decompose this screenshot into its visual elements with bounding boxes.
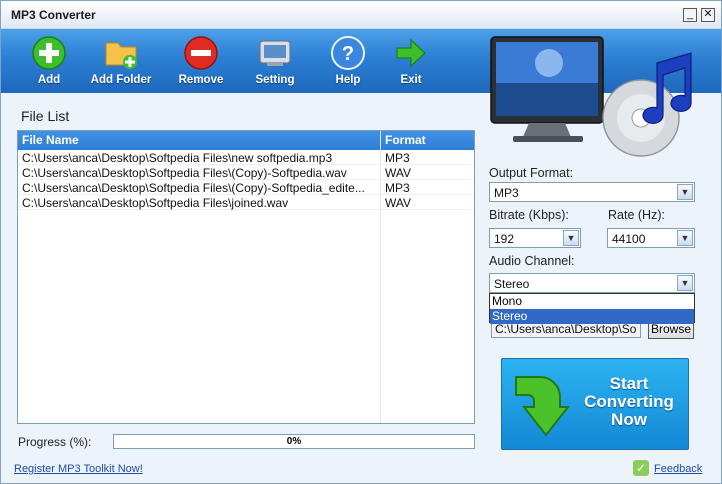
table-row[interactable]: C:\Users\anca\Desktop\Softpedia Files\ne… xyxy=(18,150,474,165)
column-header-format[interactable]: Format xyxy=(385,133,426,147)
progress-label: Progress (%): xyxy=(18,435,92,449)
svg-text:?: ? xyxy=(342,43,354,65)
format-cell: WAV xyxy=(385,166,411,180)
progress-bar: 0% xyxy=(113,434,475,449)
add-folder-label: Add Folder xyxy=(90,74,152,86)
audio-channel-dropdown[interactable]: Mono Stereo xyxy=(489,293,695,324)
remove-button[interactable]: Remove xyxy=(163,29,239,93)
help-icon: ? xyxy=(331,36,365,70)
dropdown-option-mono[interactable]: Mono xyxy=(490,294,694,309)
chevron-down-icon[interactable]: ▼ xyxy=(677,275,693,291)
register-link[interactable]: Register MP3 Toolkit Now! xyxy=(14,463,143,475)
start-line-3: Now xyxy=(611,410,647,429)
file-list-title: File List xyxy=(21,108,70,124)
add-folder-button[interactable]: Add Folder xyxy=(83,29,159,93)
close-button[interactable]: ✕ xyxy=(701,8,715,22)
audio-channel-select[interactable]: Stereo ▼ xyxy=(489,273,695,293)
table-body: C:\Users\anca\Desktop\Softpedia Files\ne… xyxy=(18,150,474,210)
exit-button[interactable]: Exit xyxy=(373,29,449,93)
column-header-file-name[interactable]: File Name xyxy=(22,133,79,147)
format-cell: MP3 xyxy=(385,181,410,195)
output-format-label: Output Format: xyxy=(489,166,574,180)
bitrate-label: Bitrate (Kbps): xyxy=(489,208,569,222)
down-arrow-icon xyxy=(515,376,571,437)
setting-label: Setting xyxy=(255,74,295,86)
bitrate-select[interactable]: 192 ▼ xyxy=(489,228,581,248)
audio-channel-label: Audio Channel: xyxy=(489,254,575,268)
start-line-2: Converting xyxy=(584,392,674,411)
output-format-value: MP3 xyxy=(494,186,519,200)
computer-music-icon xyxy=(490,36,692,157)
format-cell: WAV xyxy=(385,196,411,210)
setting-button[interactable]: Setting xyxy=(237,29,313,93)
exit-icon xyxy=(396,38,426,68)
rate-label: Rate (Hz): xyxy=(608,208,665,222)
chevron-down-icon[interactable]: ▼ xyxy=(677,230,693,246)
output-format-select[interactable]: MP3 ▼ xyxy=(489,182,695,202)
app-window: MP3 Converter _ ✕ Add Add Folder Remove xyxy=(0,0,722,484)
start-converting-button[interactable]: Start Converting Now xyxy=(501,358,689,450)
table-header: File Name Format xyxy=(18,131,474,150)
table-row[interactable]: C:\Users\anca\Desktop\Softpedia Files\(C… xyxy=(18,180,474,195)
remove-icon xyxy=(184,36,218,70)
minimize-button[interactable]: _ xyxy=(683,8,697,22)
file-name-cell: C:\Users\anca\Desktop\Softpedia Files\jo… xyxy=(22,196,289,210)
table-row[interactable]: C:\Users\anca\Desktop\Softpedia Files\(C… xyxy=(18,165,474,180)
feedback-check-icon: ✓ xyxy=(633,460,649,476)
add-folder-icon xyxy=(105,42,137,69)
bitrate-value: 192 xyxy=(494,232,515,246)
file-name-cell: C:\Users\anca\Desktop\Softpedia Files\(C… xyxy=(22,166,347,180)
format-cell: MP3 xyxy=(385,151,410,165)
table-row[interactable]: C:\Users\anca\Desktop\Softpedia Files\jo… xyxy=(18,195,474,210)
setting-icon xyxy=(259,40,291,66)
add-label: Add xyxy=(37,74,61,86)
file-name-cell: C:\Users\anca\Desktop\Softpedia Files\ne… xyxy=(22,151,333,165)
start-line-1: Start xyxy=(609,374,649,393)
rate-select[interactable]: 44100 ▼ xyxy=(607,228,695,248)
file-table[interactable]: File Name Format C:\Users\anca\Desktop\S… xyxy=(17,130,475,424)
chevron-down-icon[interactable]: ▼ xyxy=(677,184,693,200)
exit-label: Exit xyxy=(400,74,422,86)
title-bar: MP3 Converter _ ✕ xyxy=(1,1,721,29)
start-label: Start Converting Now xyxy=(576,375,682,429)
file-name-cell: C:\Users\anca\Desktop\Softpedia Files\(C… xyxy=(22,181,365,195)
audio-channel-value: Stereo xyxy=(494,277,530,291)
progress-value: 0% xyxy=(286,436,302,447)
add-icon xyxy=(32,36,66,70)
window-title: MP3 Converter xyxy=(11,8,96,22)
add-button[interactable]: Add xyxy=(11,29,87,93)
dropdown-option-stereo[interactable]: Stereo xyxy=(490,309,694,324)
rate-value: 44100 xyxy=(612,232,646,246)
chevron-down-icon[interactable]: ▼ xyxy=(563,230,579,246)
feedback-link[interactable]: Feedback xyxy=(654,463,702,475)
remove-label: Remove xyxy=(178,74,224,86)
